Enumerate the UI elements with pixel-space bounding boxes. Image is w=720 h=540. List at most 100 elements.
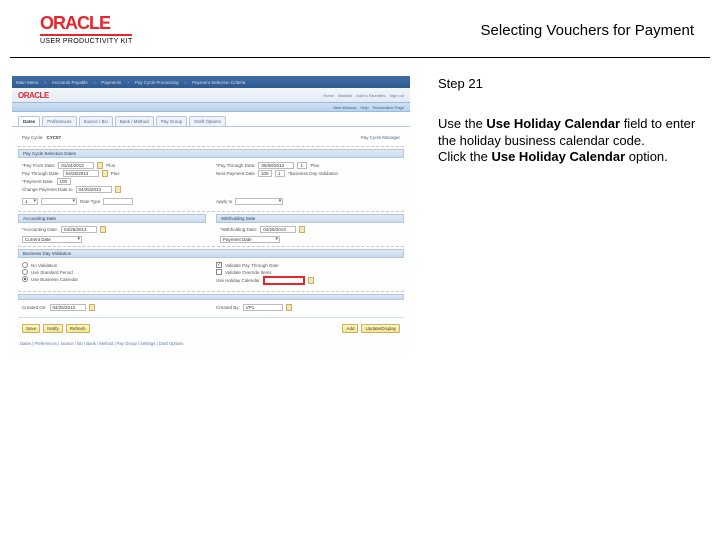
next-payment-input[interactable]: 1	[275, 170, 285, 177]
app-toolbar: New Window Help Personalize Page	[12, 102, 410, 112]
app-tabs: Dates Preferences Source / BU Bank / Met…	[12, 112, 410, 127]
change-payment-label: Change Payment Date to	[22, 187, 73, 192]
acct-type-select[interactable]: Current Date	[22, 236, 82, 243]
created-on-value: 04/25/2013	[50, 304, 86, 311]
link-worklist[interactable]: Worklist	[338, 93, 352, 98]
wh-date-input[interactable]: 04/25/2013	[260, 226, 296, 233]
link-favorites[interactable]: Add to Favorites	[356, 93, 385, 98]
wh-type-select[interactable]: Payment Date	[220, 236, 280, 243]
instruction-panel: Step 21 Use the Use Holiday Calendar fie…	[438, 76, 696, 358]
refresh-button[interactable]: Refresh	[66, 324, 90, 333]
calendar-icon[interactable]	[299, 226, 305, 233]
calendar-icon[interactable]	[97, 162, 103, 169]
app-screenshot: Main Menu › Accounts Payable › Payments …	[12, 76, 410, 358]
update-display-button[interactable]: Update/Display	[361, 324, 400, 333]
calendar-icon[interactable]	[102, 170, 108, 177]
chk-override-label: Validate Override Items	[225, 270, 272, 275]
withholding-header: Withholding Date	[216, 214, 404, 223]
apply-to-label: Apply to	[216, 199, 232, 204]
link-home[interactable]: Home	[323, 93, 334, 98]
lookup-icon[interactable]	[286, 304, 292, 311]
holiday-calendar-field-highlight[interactable]	[263, 276, 305, 285]
wh-date-label: *Withholding Date:	[220, 227, 257, 232]
instruction-line-1: Use the Use Holiday Calendar field to en…	[438, 116, 696, 149]
link-personalize[interactable]: Personalize Page	[373, 105, 404, 110]
add-button[interactable]: Add	[342, 324, 358, 333]
created-by-value: VP1	[243, 304, 283, 311]
change-payment-input[interactable]: 04/25/2013	[76, 186, 112, 193]
bc-1: Main Menu	[16, 80, 38, 85]
next-through-input[interactable]: 1	[297, 162, 307, 169]
bc-3: Payments	[101, 80, 121, 85]
notify-button[interactable]: Notify	[43, 324, 63, 333]
paycycle-value: CYC07	[47, 135, 62, 140]
created-by-label: Created By:	[216, 305, 240, 310]
tab-draft-options[interactable]: Draft Options	[189, 116, 226, 126]
created-on-label: Created On:	[22, 305, 47, 310]
page-title: Selecting Vouchers for Payment	[481, 22, 694, 39]
pay-from-input[interactable]: 01/24/2013	[58, 162, 94, 169]
link-new-window[interactable]: New Window	[333, 105, 356, 110]
bdv-header: Business Day Validation	[18, 249, 404, 258]
bc-5: Payment Selection Criteria	[192, 80, 245, 85]
bc-2: Accounts Payable	[52, 80, 88, 85]
radio-standard-period[interactable]	[22, 269, 28, 275]
product-name: USER PRODUCTIVITY KIT	[40, 38, 133, 45]
plus-label-3: Plus	[310, 163, 319, 168]
plus-label-1: Plus	[106, 163, 115, 168]
calendar-icon[interactable]	[89, 304, 95, 311]
radio-business-calendar[interactable]	[22, 276, 28, 282]
app-breadcrumb-bar: Main Menu › Accounts Payable › Payments …	[12, 76, 410, 88]
rate-type-label: Rate Type	[80, 199, 100, 204]
app-oracle-logo: ORACLE	[18, 91, 49, 100]
rate-type-input[interactable]	[103, 198, 133, 205]
tab-bank-method[interactable]: Bank / Method	[115, 116, 154, 126]
opt-standard-period: Use Standard Period	[31, 270, 73, 275]
currency-seq[interactable]: 1	[22, 198, 38, 205]
calendar-icon[interactable]	[100, 226, 106, 233]
pay-through-input[interactable]: 05/08/2013	[258, 162, 294, 169]
selection-dates-header: Pay Cycle Selection Dates	[18, 149, 404, 158]
check-pay-through[interactable]	[216, 262, 222, 268]
accounting-header: Accounting Date	[18, 214, 206, 223]
bd-val-input[interactable]: 100	[57, 178, 71, 185]
pay-through-label: *Pay Through Date:	[216, 163, 255, 168]
tab-pay-group[interactable]: Pay Group	[156, 116, 188, 126]
apply-to-select[interactable]	[235, 198, 283, 205]
radio-no-validation[interactable]	[22, 262, 28, 268]
link-signout[interactable]: Sign out	[389, 93, 404, 98]
oracle-wordmark: ORACLE	[40, 14, 110, 32]
next-payment-label: Next Payment Date	[216, 171, 255, 176]
opt-no-validation: No Validation	[31, 263, 57, 268]
logo-underline	[40, 34, 132, 36]
opt-business-calendar: Use Business Calendar	[31, 277, 78, 282]
step-label: Step 21	[438, 76, 696, 92]
bc-4: Pay Cycle Processing	[135, 80, 179, 85]
footer-tab-links[interactable]: Dates | Preferences | Source / BU | Bank…	[12, 338, 410, 349]
currency-type[interactable]	[41, 198, 77, 205]
check-override[interactable]	[216, 269, 222, 275]
paycycle-manager-link[interactable]: Pay Cycle Manager	[361, 135, 400, 140]
save-button[interactable]: Save	[22, 324, 40, 333]
pay-from-label: *Pay From Date:	[22, 163, 55, 168]
app-header-links: Home Worklist Add to Favorites Sign out	[323, 93, 404, 98]
pay-through-label-left: Pay Through Date:	[22, 171, 60, 176]
app-header: ORACLE Home Worklist Add to Favorites Si…	[12, 88, 410, 102]
chk-pay-through-label: Validate Pay Through Date	[225, 263, 279, 268]
payment-date-label: *Payment Date:	[22, 179, 54, 184]
acct-date-label: *Accounting Date:	[22, 227, 58, 232]
tab-preferences[interactable]: Preferences	[42, 116, 76, 126]
tab-dates[interactable]: Dates	[18, 116, 40, 126]
payment-date-input[interactable]: 04/25/2013	[63, 170, 99, 177]
brand-logo: ORACLE USER PRODUCTIVITY KIT	[40, 14, 133, 45]
paycycle-label: Pay Cycle:	[22, 135, 44, 140]
lookup-icon[interactable]	[308, 277, 314, 284]
bd-val-label: *Business Day Validation	[288, 171, 338, 176]
holiday-calendar-label: Use Holiday Calendar	[216, 278, 260, 283]
acct-date-input[interactable]: 04/25/2013	[61, 226, 97, 233]
bd-val-input2[interactable]: 100	[258, 170, 272, 177]
plus-label-2: Plus	[111, 171, 120, 176]
link-help[interactable]: Help	[360, 105, 368, 110]
calendar-icon[interactable]	[115, 186, 121, 193]
tab-source-bu[interactable]: Source / BU	[79, 116, 113, 126]
